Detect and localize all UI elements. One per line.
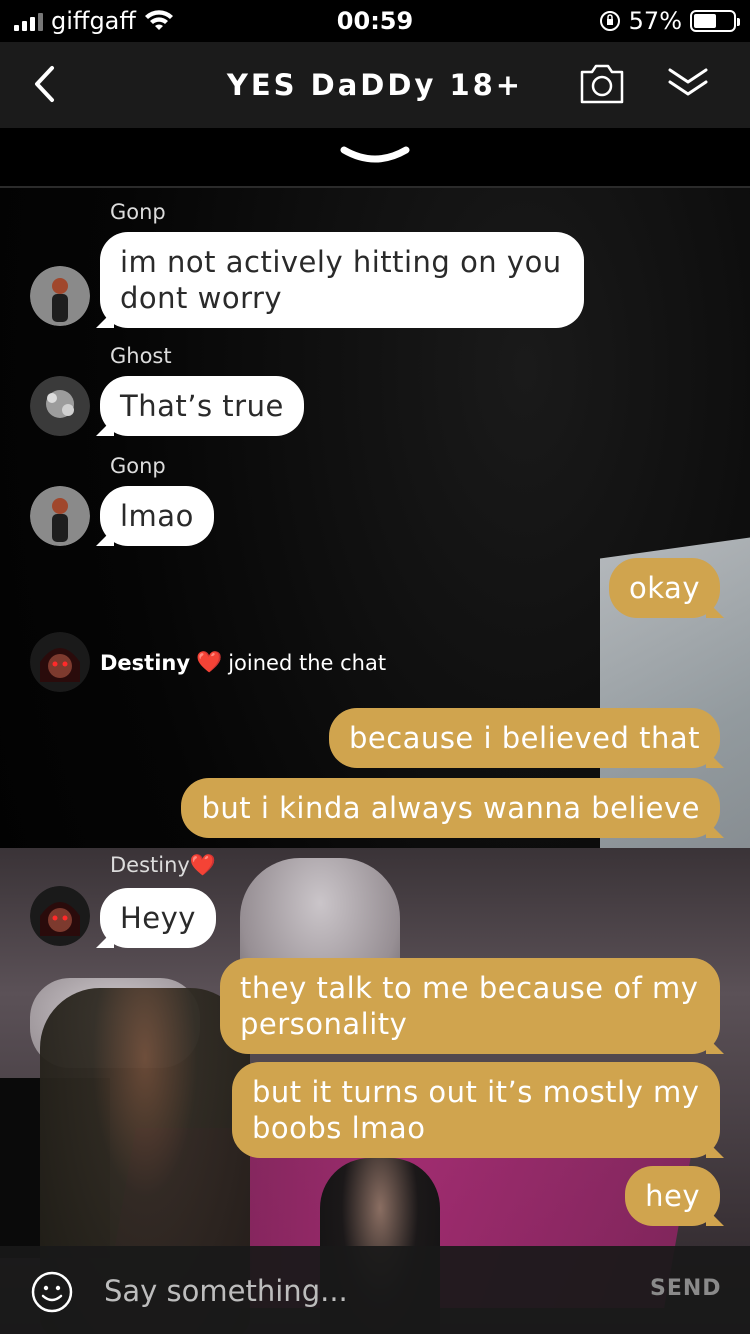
smiley-icon: [31, 1271, 73, 1313]
chat-header: YES DaDDy 18+: [0, 42, 750, 128]
battery-percent: 57%: [628, 7, 682, 35]
heart-icon: ❤️: [189, 853, 216, 877]
send-button[interactable]: SEND: [650, 1276, 722, 1301]
message-bubble: That’s true: [100, 376, 304, 436]
camera-icon: [580, 64, 624, 104]
message-bubble-outgoing: but it turns out it’s mostly my boobs lm…: [232, 1062, 720, 1158]
message-sender: Ghost: [110, 344, 172, 368]
chevron-down-icon: [340, 146, 410, 163]
message-bubble: Heyy: [100, 888, 216, 948]
emoji-button[interactable]: [30, 1270, 74, 1314]
collapse-button[interactable]: [664, 62, 712, 106]
message-bubble: lmao: [100, 486, 214, 546]
room-title: YES DaDDy 18+: [226, 68, 524, 102]
chevron-left-icon: [35, 66, 54, 102]
message-sender: Gonp: [110, 454, 166, 478]
composer-bar: SEND: [0, 1246, 750, 1334]
avatar[interactable]: [30, 632, 90, 692]
joined-user-name[interactable]: Destiny: [100, 651, 190, 675]
avatar[interactable]: [30, 376, 90, 436]
status-right: 57%: [599, 7, 740, 35]
camera-button[interactable]: [578, 62, 626, 106]
orientation-lock-icon: [599, 11, 620, 31]
message-bubble-outgoing: because i believed that: [328, 708, 720, 768]
message-sender: Destiny❤️: [110, 853, 216, 878]
message-bubble: im not actively hitting on you dont worr…: [100, 232, 584, 328]
heart-icon: ❤️: [196, 650, 223, 674]
wifi-icon: [144, 10, 173, 30]
status-bar: giffgaff 00:59 57%: [0, 0, 750, 42]
battery-icon: [690, 10, 740, 32]
message-sender: Gonp: [110, 200, 166, 224]
carrier-name: giffgaff: [51, 7, 136, 35]
cell-signal-icon: [14, 11, 43, 31]
join-text: joined the chat: [228, 650, 387, 675]
message-list[interactable]: Gonp im not actively hitting on you dont…: [0, 188, 750, 1246]
back-button[interactable]: [26, 64, 62, 104]
double-chevron-down-icon: [668, 68, 708, 96]
avatar[interactable]: [30, 266, 90, 326]
status-left: giffgaff: [14, 7, 174, 35]
avatar[interactable]: [30, 886, 90, 946]
avatar[interactable]: [30, 486, 90, 546]
message-bubble-outgoing: hey: [625, 1166, 720, 1226]
join-notice: Destiny ❤️ joined the chat: [100, 650, 386, 675]
message-bubble-outgoing: but i kinda always wanna believe: [181, 778, 720, 838]
sender-name: Destiny: [110, 853, 190, 877]
message-bubble-outgoing: they talk to me because of my personalit…: [220, 958, 720, 1054]
message-input[interactable]: [104, 1268, 604, 1314]
scene-toggle-bar[interactable]: [0, 128, 750, 188]
message-bubble-outgoing: okay: [609, 558, 720, 618]
